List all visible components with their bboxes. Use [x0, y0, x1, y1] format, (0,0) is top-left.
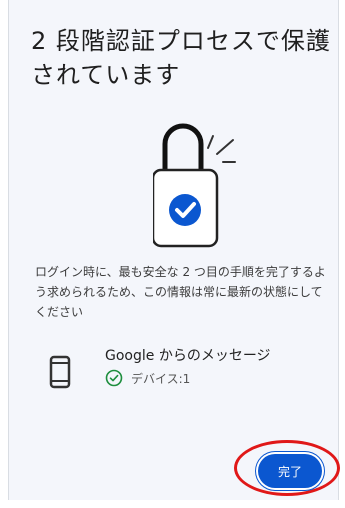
- lock-illustration: [151, 114, 273, 254]
- dialog-panel: 2 段階認証プロセスで保護されています ログイン時に、最も安全な 2 つ目の手順…: [8, 0, 339, 500]
- device-count: デバイス:1: [131, 371, 191, 386]
- dialog-title: 2 段階認証プロセスで保護されています: [31, 27, 331, 89]
- check-circle-icon: [105, 369, 123, 387]
- done-button[interactable]: 完了: [258, 454, 322, 488]
- device-row: Google からのメッセージ デバイス:1: [49, 345, 329, 395]
- device-status: デバイス:1: [105, 369, 190, 387]
- device-title: Google からのメッセージ: [105, 348, 271, 364]
- description-text: ログイン時に、最も安全な 2 つ目の手順を完了するよう求められるため、この情報は…: [35, 265, 326, 319]
- phone-icon: [49, 355, 71, 389]
- lock-with-check-icon: [151, 123, 236, 248]
